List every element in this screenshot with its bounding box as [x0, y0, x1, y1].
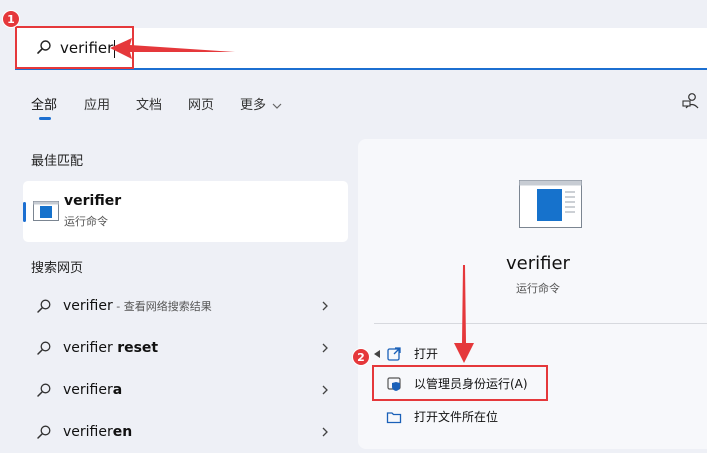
web-search-heading: 搜索网页 — [31, 261, 84, 276]
annotation-badge-2: 2 — [352, 348, 370, 366]
web-result-completion: a — [112, 382, 123, 398]
tab-more-label: 更多 — [240, 98, 267, 113]
open-external-icon — [387, 347, 401, 361]
tab-web[interactable]: 网页 — [188, 94, 214, 113]
search-icon — [37, 341, 51, 355]
search-icon — [37, 383, 51, 397]
details-app-type: 运行命令 — [516, 282, 560, 295]
run-command-app-icon — [33, 201, 59, 221]
web-result-text: verifier - 查看网络搜索结果 — [63, 286, 212, 327]
annotation-badge-1: 1 — [2, 10, 20, 28]
chevron-right-icon — [322, 343, 328, 353]
annotation-arrow-down — [454, 265, 474, 363]
web-result-hint: - 查看网络搜索结果 — [112, 300, 212, 313]
web-result-query: verifier — [63, 340, 118, 356]
search-icon — [37, 299, 51, 313]
details-app-name: verifier — [506, 253, 570, 274]
chevron-right-icon — [322, 385, 328, 395]
tab-all[interactable]: 全部 — [31, 94, 57, 113]
annotation-box-run-as-admin — [372, 365, 548, 401]
web-result-query: verifier — [63, 424, 113, 440]
web-result-query: verifier — [63, 382, 113, 398]
web-result-text: verifieren — [63, 412, 132, 453]
web-result-text: verifiera — [63, 370, 122, 411]
web-result-text: verifier reset — [63, 328, 158, 369]
annotation-left-triangle — [374, 350, 380, 358]
tab-documents[interactable]: 文档 — [136, 94, 162, 113]
web-result-row[interactable]: verifier reset — [23, 328, 348, 368]
tab-apps[interactable]: 应用 — [84, 94, 110, 113]
tab-active-indicator — [39, 117, 51, 120]
tab-more[interactable]: 更多 — [240, 94, 282, 113]
chevron-down-icon — [272, 103, 282, 109]
best-match-title: verifier — [64, 193, 122, 209]
web-result-completion: reset — [117, 340, 159, 356]
web-result-completion: en — [112, 424, 133, 440]
web-result-row[interactable]: verifier - 查看网络搜索结果 — [23, 286, 348, 326]
best-match-card[interactable] — [23, 181, 348, 242]
web-result-row[interactable]: verifieren — [23, 412, 348, 452]
annotation-arrow-search — [110, 38, 235, 59]
best-match-subtitle: 运行命令 — [64, 215, 108, 228]
web-result-query: verifier — [63, 298, 113, 314]
open-file-location-label: 打开文件所在位 — [414, 410, 499, 424]
web-result-row[interactable]: verifiera — [23, 370, 348, 410]
search-icon — [37, 425, 51, 439]
best-match-heading: 最佳匹配 — [31, 154, 84, 169]
open-file-location-action[interactable]: 打开文件所在位 — [374, 402, 707, 432]
run-command-large-icon — [519, 180, 582, 228]
account-switch-icon[interactable] — [682, 92, 700, 110]
selection-indicator — [23, 202, 26, 222]
chevron-right-icon — [322, 427, 328, 437]
details-divider — [374, 323, 707, 324]
folder-icon — [386, 412, 402, 424]
chevron-right-icon — [322, 301, 328, 311]
